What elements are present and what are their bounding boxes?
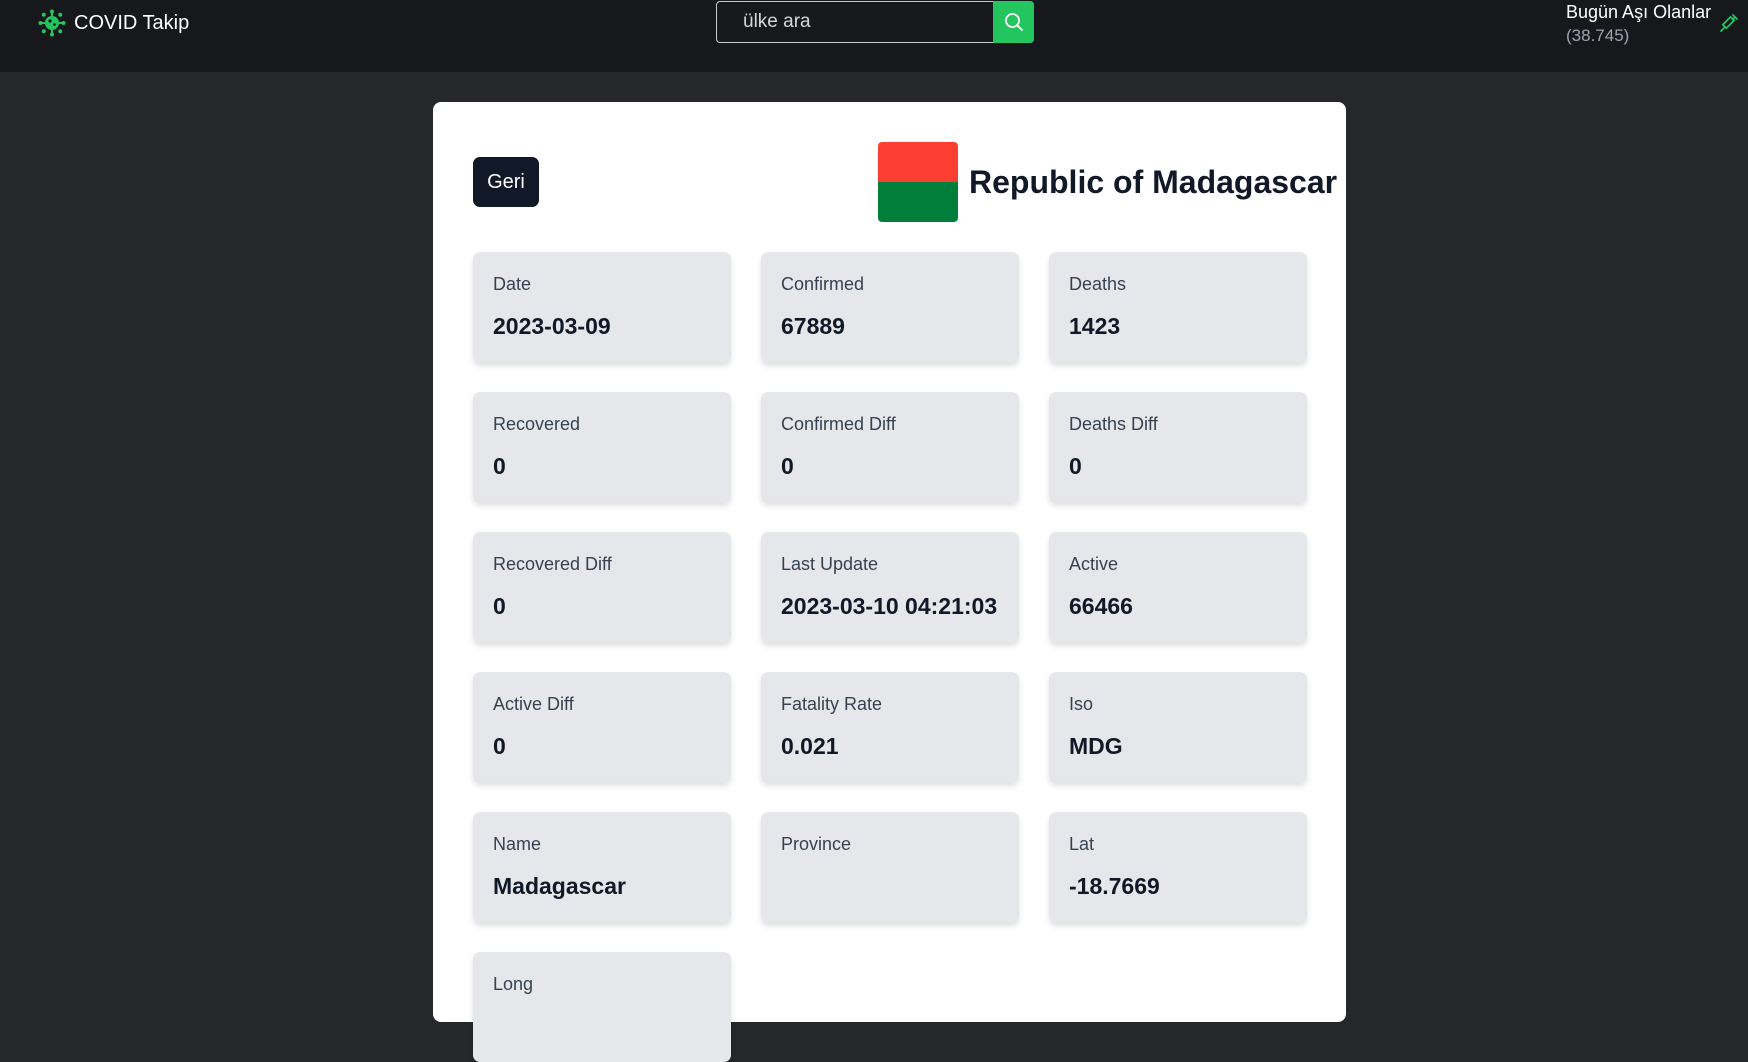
stat-card-iso: Iso MDG	[1049, 672, 1307, 782]
stat-label: Confirmed Diff	[781, 414, 896, 434]
stat-value: 0	[493, 593, 506, 619]
stat-value: -18.7669	[1069, 873, 1160, 899]
stat-value: MDG	[1069, 733, 1123, 759]
stat-value: 0	[493, 733, 506, 759]
stat-card-last-update: Last Update 2023-03-10 04:21:03	[761, 532, 1019, 642]
search-button[interactable]	[993, 1, 1034, 43]
stat-label: Iso	[1069, 694, 1094, 714]
vaccinated-today: Bugün Aşı Olanlar (38.745)	[1566, 0, 1711, 48]
stat-label: Active Diff	[493, 694, 574, 714]
stat-card-province: Province	[761, 812, 1019, 922]
stat-value: 0	[781, 453, 794, 479]
stat-label: Deaths Diff	[1069, 414, 1158, 434]
stat-card-recovered-diff: Recovered Diff 0	[473, 532, 731, 642]
stat-card-active-diff: Active Diff 0	[473, 672, 731, 782]
stat-card-lat: Lat -18.7669	[1049, 812, 1307, 922]
stat-label: Deaths	[1069, 274, 1127, 294]
stat-card-date: Date 2023-03-09	[473, 252, 731, 362]
stat-card-name: Name Madagascar	[473, 812, 731, 922]
stat-value: 0	[493, 453, 506, 479]
stat-value: 0	[1069, 453, 1082, 479]
stat-card-active: Active 66466	[1049, 532, 1307, 642]
stat-label: Lat	[1069, 834, 1095, 854]
stat-value: 2023-03-10 04:21:03	[781, 593, 998, 619]
stat-value: 66466	[1069, 593, 1133, 619]
stat-card-fatality-rate: Fatality Rate 0.021	[761, 672, 1019, 782]
stat-label: Province	[781, 834, 852, 854]
syringe-icon	[1720, 14, 1738, 32]
top-navbar: COVID Takip Bugün Aşı Olanlar (38.745)	[0, 0, 1748, 72]
search-box	[716, 1, 1034, 43]
vaccinated-label: Bugün Aşı Olanlar	[1566, 2, 1712, 22]
stat-label: Name	[493, 834, 542, 854]
back-button[interactable]: Geri	[473, 157, 539, 207]
stat-card-deaths: Deaths 1423	[1049, 252, 1307, 362]
stat-label: Last Update	[781, 554, 879, 574]
stat-label: Active	[1069, 554, 1119, 574]
brand[interactable]: COVID Takip	[38, 9, 190, 37]
country-flag	[878, 142, 958, 222]
stat-label: Recovered Diff	[493, 554, 612, 574]
brand-title: COVID Takip	[74, 11, 190, 34]
stat-label: Date	[493, 274, 532, 294]
stat-label: Fatality Rate	[781, 694, 883, 714]
stat-value: Madagascar	[493, 873, 626, 899]
stat-card-recovered: Recovered 0	[473, 392, 731, 502]
search-input[interactable]	[717, 2, 994, 42]
stat-value: 67889	[781, 313, 845, 339]
vaccinated-count: (38.745)	[1566, 26, 1630, 45]
virus-icon	[38, 9, 66, 37]
flag-green-band	[878, 182, 958, 222]
stat-label: Recovered	[493, 414, 581, 434]
stat-label: Long	[493, 974, 534, 994]
stat-label: Confirmed	[781, 274, 865, 294]
stat-value: 2023-03-09	[493, 313, 611, 339]
stat-card-confirmed: Confirmed 67889	[761, 252, 1019, 362]
stat-value: 1423	[1069, 313, 1121, 339]
stat-card-deaths-diff: Deaths Diff 0	[1049, 392, 1307, 502]
search-icon	[1004, 13, 1023, 31]
stat-card-confirmed-diff: Confirmed Diff 0	[761, 392, 1019, 502]
stat-value: 0.021	[781, 733, 839, 759]
stat-card-long: Long	[473, 952, 731, 1062]
country-detail-card: Geri Republic of Madagascar Date 2023-03-…	[433, 102, 1346, 1062]
country-title: Republic of Madagascar	[969, 164, 1338, 200]
flag-red-band	[878, 142, 958, 182]
stats-grid: Date 2023-03-09 Confirmed 67889 Deaths 1423 Re…	[473, 252, 1307, 1062]
